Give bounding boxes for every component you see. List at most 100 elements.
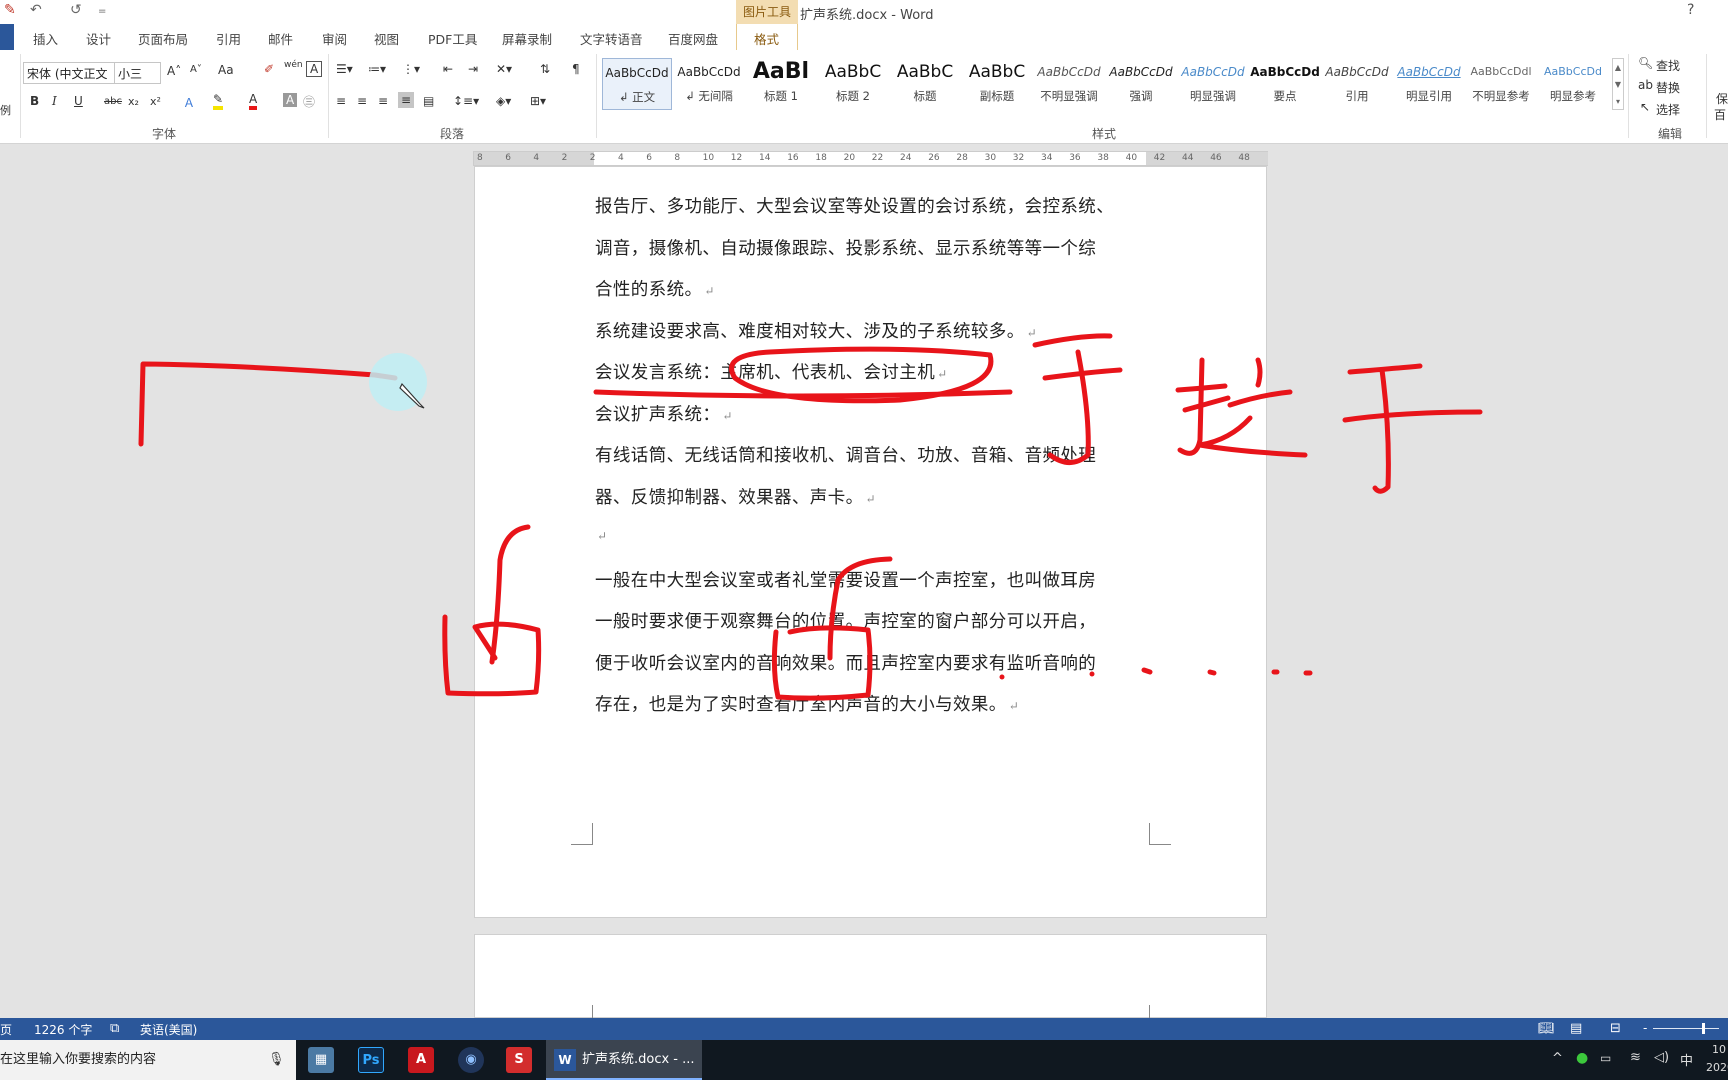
show-marks-icon[interactable]: ¶	[572, 62, 580, 76]
font-name-select[interactable]: 宋体 (中文正文	[23, 62, 115, 84]
read-mode-icon[interactable]: 📖︎	[1538, 1021, 1555, 1036]
clear-format-icon[interactable]: ✐	[264, 62, 274, 76]
find-icon[interactable]: 🔍︎	[1638, 56, 1653, 70]
document-line[interactable]: 有线话筒、无线话筒和接收机、调音台、功放、音箱、音频处理	[595, 442, 1096, 467]
style-normal[interactable]: AaBbCcDd ↲ 正文	[602, 58, 672, 110]
italic-button[interactable]: I	[52, 94, 57, 108]
print-layout-icon[interactable]: ▤	[1570, 1021, 1582, 1036]
replace-icon[interactable]: ab	[1638, 78, 1653, 92]
document-line[interactable]: 调音，摄像机、自动摄像跟踪、投影系统、显示系统等等一个综	[595, 235, 1096, 260]
save-icon[interactable]: ✎	[4, 2, 16, 18]
word-count[interactable]: 1226 个字	[34, 1021, 92, 1038]
numbering-icon[interactable]: ≔▾	[368, 62, 386, 76]
style-heading-2[interactable]: AaBbC 标题 2	[818, 58, 888, 110]
style-intense-reference[interactable]: AaBbCcDd 明显参考	[1538, 58, 1608, 110]
tab-review[interactable]: 审阅	[322, 29, 347, 48]
clock-time[interactable]: 10	[1712, 1043, 1726, 1056]
select-button[interactable]: 选择	[1656, 101, 1680, 118]
network-icon[interactable]: ≋	[1630, 1050, 1641, 1065]
document-line[interactable]: 器、反馈抑制器、效果器、声卡。 ↵	[595, 484, 876, 509]
style-subtle-reference[interactable]: AaBbCcDdl 不明显参考	[1466, 58, 1536, 110]
style-title[interactable]: AaBbC 标题	[890, 58, 960, 110]
tab-format[interactable]: 格式	[736, 24, 798, 50]
document-line[interactable]: 系统建设要求高、难度相对较大、涉及的子系统较多。 ↵	[595, 318, 1037, 343]
document-line[interactable]: 报告厅、多功能厅、大型会议室等处设置的会讨系统，会控系统、	[595, 193, 1114, 218]
web-layout-icon[interactable]: ⊟	[1610, 1021, 1621, 1036]
battery-icon[interactable]: ▭	[1600, 1051, 1611, 1065]
tab-view[interactable]: 视图	[374, 29, 399, 48]
increase-indent-icon[interactable]: ⇥	[468, 62, 478, 76]
tab-insert[interactable]: 插入	[33, 29, 58, 48]
tab-tts[interactable]: 文字转语音	[580, 29, 643, 48]
clock-date[interactable]: 2020	[1706, 1061, 1728, 1074]
customize-quick-access-icon[interactable]: =	[98, 6, 106, 17]
find-button[interactable]: 查找	[1656, 57, 1680, 74]
strikethrough-button[interactable]: abc	[104, 96, 122, 107]
shading-icon[interactable]: ◈▾	[496, 94, 511, 108]
text-effects-icon[interactable]: Ａ	[183, 94, 195, 111]
tab-pdf[interactable]: PDF工具	[428, 29, 477, 48]
ime-indicator[interactable]: 中	[1680, 1050, 1693, 1069]
cinema4d-icon[interactable]: ◉	[458, 1047, 484, 1073]
photoshop-icon[interactable]: Ps	[358, 1047, 384, 1073]
zoom-thumb[interactable]	[1702, 1023, 1705, 1034]
phonetic-guide-icon[interactable]: wén	[284, 60, 303, 70]
tab-baidu-pan[interactable]: 百度网盘	[668, 29, 718, 48]
document-line[interactable]: 存在，也是为了实时查看厅室内声音的大小与效果。 ↵	[595, 691, 1019, 716]
bold-button[interactable]: B	[30, 94, 39, 108]
language-indicator[interactable]: 英语(美国)	[140, 1021, 197, 1038]
proofing-icon[interactable]: ⧉	[110, 1021, 119, 1036]
document-line[interactable]: ↵	[595, 525, 607, 545]
volume-icon[interactable]: ◁)	[1654, 1050, 1669, 1065]
align-left-icon[interactable]: ≡	[336, 94, 346, 108]
document-page-2[interactable]	[474, 934, 1267, 1019]
taskbar-search[interactable]: 在这里输入你要搜索的内容 🎙︎	[0, 1040, 296, 1080]
document-line[interactable]: 会议发言系统：主席机、代表机、会讨主机 ↵	[595, 359, 948, 384]
char-border-icon[interactable]: A	[306, 61, 323, 77]
horizontal-ruler[interactable]: 8 6 4 2 2 4 6 8 10 12 14 16 18 20 22 24 26 28 30 32 34 36 38 40…	[473, 151, 1268, 166]
style-emphasis[interactable]: AaBbCcDd 强调	[1106, 58, 1176, 110]
style-no-spacing[interactable]: AaBbCcDd ↲ 无间隔	[674, 58, 744, 110]
taskbar-word-window[interactable]: W 扩声系统.docx - ...	[546, 1040, 702, 1080]
align-center-icon[interactable]: ≡	[357, 94, 367, 108]
tab-mailings[interactable]: 邮件	[268, 29, 293, 48]
styles-scroll[interactable]: ▲ ▼ ▾	[1612, 58, 1624, 110]
sketchup-icon[interactable]: S	[506, 1047, 532, 1073]
change-case-icon[interactable]: Aa	[218, 63, 234, 77]
enclose-char-icon[interactable]: ㊂	[303, 93, 315, 110]
style-intense-emphasis[interactable]: AaBbCcDd 明显强调	[1178, 58, 1248, 110]
style-strong[interactable]: AaBbCcDd 要点	[1250, 58, 1320, 110]
document-line[interactable]: 便于收听会议室内的音响效果。而且声控室内要求有监听音响的	[595, 650, 1096, 675]
char-shading-icon[interactable]: A	[283, 93, 298, 107]
tab-layout[interactable]: 页面布局	[138, 29, 188, 48]
superscript-button[interactable]: x²	[150, 95, 161, 108]
grow-font-icon[interactable]: A˄	[167, 64, 181, 78]
help-icon[interactable]: ?	[1687, 2, 1694, 18]
undo-icon[interactable]: ↶	[30, 2, 42, 18]
align-right-icon[interactable]: ≡	[378, 94, 388, 108]
tray-expand-icon[interactable]: ^	[1552, 1051, 1563, 1066]
replace-button[interactable]: 替换	[1656, 79, 1680, 96]
font-size-select[interactable]: 小三	[114, 62, 161, 84]
style-quote[interactable]: AaBbCcDd 引用	[1322, 58, 1392, 110]
distributed-icon[interactable]: ▤	[423, 94, 434, 108]
tab-design[interactable]: 设计	[86, 29, 111, 48]
bullets-icon[interactable]: ☰▾	[336, 62, 353, 76]
font-color-icon[interactable]: A	[249, 92, 258, 110]
file-explorer-icon[interactable]: ▦	[308, 1047, 334, 1073]
shrink-font-icon[interactable]: A˅	[190, 64, 202, 75]
zoom-slider[interactable]	[1653, 1028, 1719, 1029]
select-icon[interactable]: ↖	[1640, 100, 1650, 114]
document-line[interactable]: 一般在中大型会议室或者礼堂需要设置一个声控室，也叫做耳房	[595, 567, 1096, 592]
justify-icon[interactable]: ≡	[398, 92, 415, 108]
document-line[interactable]: 一般时要求便于观察舞台的位置。声控室的窗户部分可以开启，	[595, 608, 1096, 633]
style-subtitle[interactable]: AaBbC 副标题	[962, 58, 1032, 110]
tab-references[interactable]: 引用	[216, 29, 241, 48]
decrease-indent-icon[interactable]: ⇤	[443, 62, 453, 76]
borders-icon[interactable]: ⊞▾	[530, 94, 546, 108]
style-heading-1[interactable]: AaBl 标题 1	[746, 58, 816, 110]
file-tab-edge[interactable]	[0, 24, 14, 50]
page-count[interactable]: 页	[0, 1021, 12, 1038]
subscript-button[interactable]: x₂	[128, 95, 139, 108]
document-line[interactable]: 合性的系统。 ↵	[595, 276, 715, 301]
